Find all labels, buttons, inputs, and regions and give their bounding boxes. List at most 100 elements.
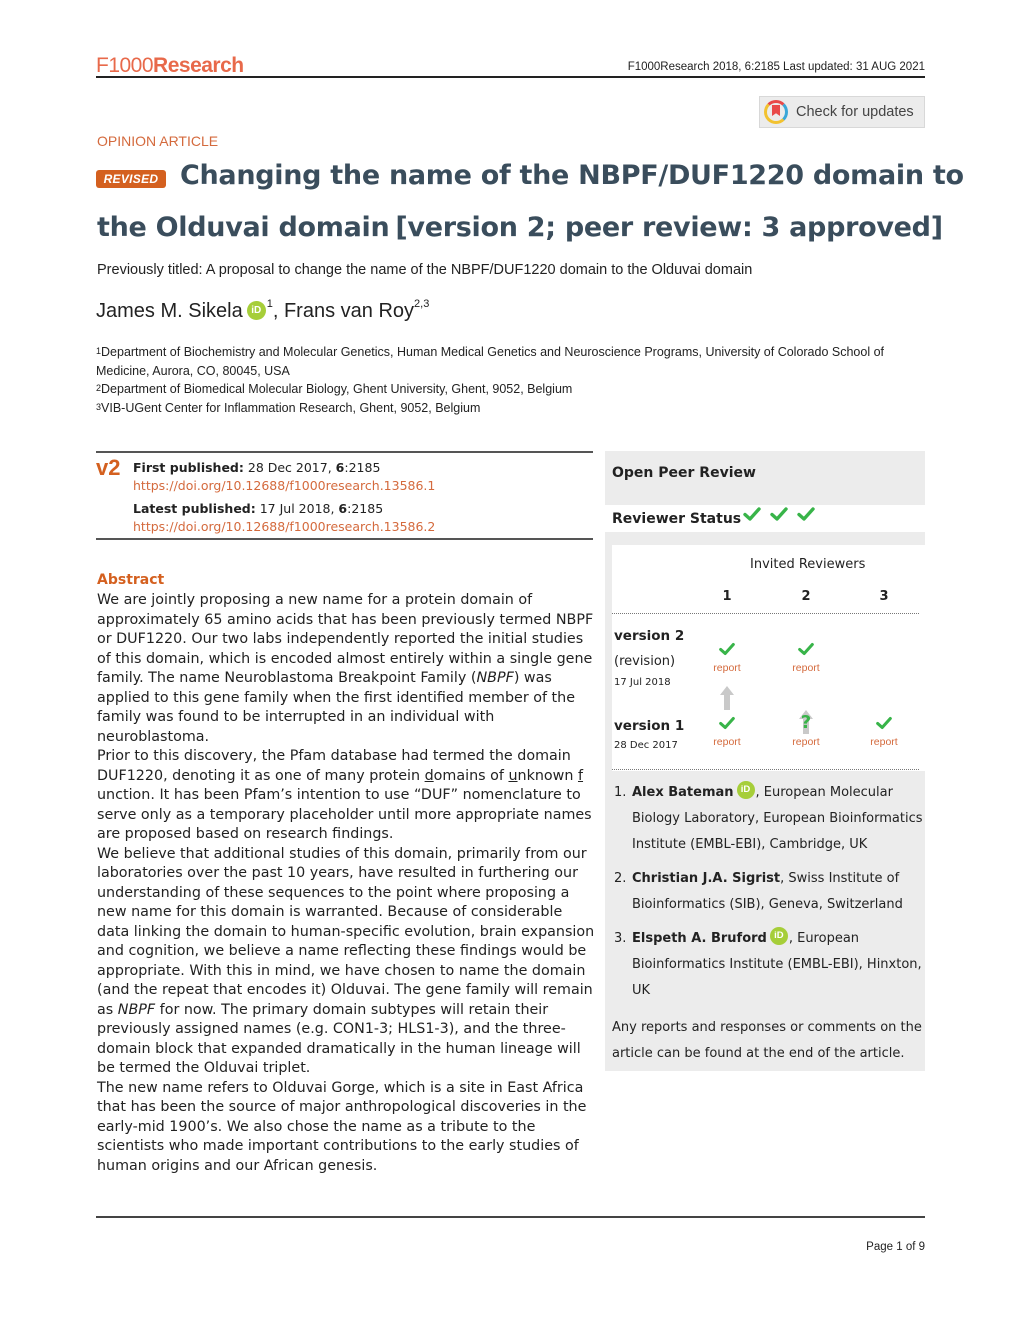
reviewer-name[interactable]: Christian J.A. Sigrist bbox=[632, 871, 780, 886]
author-separator: , bbox=[272, 300, 284, 322]
abstract-body: We are jointly proposing a new name for … bbox=[97, 591, 597, 1176]
affiliation-item: 1Department of Biochemistry and Molecula… bbox=[96, 343, 931, 380]
abstract-paragraph: We believe that additional studies of th… bbox=[97, 845, 595, 1077]
latest-published-date: 17 Jul 2018, bbox=[255, 501, 339, 516]
latest-published-row: Latest published: 17 Jul 2018, 6:2185 bbox=[133, 500, 435, 518]
abstract-paragraph: The new name refers to Olduvai Gorge, wh… bbox=[97, 1079, 587, 1174]
author-list: James M. Sikela iD 1 , Frans van Roy 2,3 bbox=[96, 298, 429, 323]
affiliation-text: VIB-UGent Center for Inflammation Resear… bbox=[101, 400, 481, 415]
author-name[interactable]: Frans van Roy bbox=[284, 300, 414, 323]
version-status: [version 2; peer review: 3 approved] bbox=[395, 212, 943, 243]
review-cell: report bbox=[776, 639, 836, 674]
publication-divider-top bbox=[96, 451, 593, 453]
check-for-updates-button[interactable]: Check for updates bbox=[759, 96, 925, 128]
reviewer-status-checks bbox=[742, 504, 816, 524]
arrow-up-icon bbox=[720, 686, 734, 710]
review-status bbox=[697, 639, 757, 659]
header-divider bbox=[96, 76, 925, 78]
check-icon bbox=[719, 642, 735, 656]
version-1-label[interactable]: version 1 bbox=[614, 718, 684, 734]
question-mark-icon: ? bbox=[800, 712, 812, 733]
logo-research: Research bbox=[153, 54, 244, 77]
affiliations: 1Department of Biochemistry and Molecula… bbox=[96, 343, 931, 417]
previously-titled: Previously titled: A proposal to change … bbox=[97, 262, 753, 278]
latest-doi-link[interactable]: https://doi.org/10.12688/f1000research.1… bbox=[133, 519, 435, 534]
check-icon bbox=[770, 507, 788, 521]
affiliation-item: 3VIB-UGent Center for Inflammation Resea… bbox=[96, 399, 931, 418]
review-status bbox=[854, 713, 914, 733]
volume: 6 bbox=[338, 501, 348, 516]
review-cell: ? report bbox=[776, 713, 836, 749]
revised-badge: REVISED bbox=[96, 170, 166, 188]
article-title-end: the Olduvai domain bbox=[97, 212, 390, 243]
check-icon bbox=[743, 507, 761, 521]
latest-published-label: Latest published: bbox=[133, 501, 256, 516]
reviewer-number: 1. bbox=[614, 785, 627, 800]
f1000-research-logo[interactable]: F1000Research bbox=[96, 54, 244, 78]
article-title-line-2: the Olduvai domain [version 2; peer revie… bbox=[97, 212, 943, 243]
report-link[interactable]: report bbox=[697, 736, 757, 748]
first-published-label: First published: bbox=[133, 460, 244, 475]
reviewer-column-header: 1 bbox=[722, 589, 732, 604]
orcid-icon[interactable]: iD bbox=[736, 781, 755, 799]
affiliation-number: 1 bbox=[96, 346, 102, 356]
peer-review-note: Any reports and responses or comments on… bbox=[612, 1020, 922, 1061]
reviewer-name[interactable]: Elspeth A. Bruford bbox=[632, 931, 767, 946]
review-cell: report bbox=[697, 713, 757, 748]
affiliation-number: 2 bbox=[96, 383, 102, 393]
report-link[interactable]: report bbox=[854, 736, 914, 748]
review-status bbox=[697, 713, 757, 733]
abstract-heading: Abstract bbox=[97, 572, 165, 588]
reviewer-number: 2. bbox=[614, 871, 627, 886]
reviewer-item: 1. Alex Bateman iD, European Molecular Bi… bbox=[614, 780, 924, 858]
version-label: v2 bbox=[96, 455, 121, 480]
review-cell: report bbox=[854, 713, 914, 748]
review-status bbox=[776, 639, 836, 659]
author-affiliation-ref: 1 bbox=[266, 298, 273, 310]
check-icon bbox=[798, 642, 814, 656]
page-number: Page 1 of 9 bbox=[866, 1241, 925, 1253]
crossmark-icon bbox=[764, 100, 788, 124]
reviewer-number: 3. bbox=[614, 931, 627, 946]
version-1-date: 28 Dec 2017 bbox=[614, 740, 678, 751]
version-2-label[interactable]: version 2 bbox=[614, 628, 684, 644]
reviewer-name[interactable]: Alex Bateman bbox=[632, 785, 734, 800]
article-title-line-1: Changing the name of the NBPF/DUF1220 do… bbox=[180, 160, 964, 191]
affiliation-text: Department of Biomedical Molecular Biolo… bbox=[101, 382, 573, 396]
version-2-date: 17 Jul 2018 bbox=[614, 677, 671, 688]
citation-header: F1000Research 2018, 6:2185 Last updated:… bbox=[627, 61, 925, 73]
orcid-icon[interactable]: iD bbox=[769, 927, 788, 945]
affiliation-number: 3 bbox=[96, 401, 102, 412]
open-peer-review-title: Open Peer Review bbox=[612, 465, 756, 481]
reviewer-list: 1. Alex Bateman iD, European Molecular Bi… bbox=[614, 780, 924, 1012]
table-divider bbox=[612, 769, 919, 770]
orcid-icon[interactable]: iD bbox=[246, 301, 266, 320]
affiliation-item: 2Department of Biomedical Molecular Biol… bbox=[96, 380, 931, 399]
check-icon bbox=[719, 716, 735, 730]
reviewer-item: 3. Elspeth A. Bruford iD, European Bioinf… bbox=[614, 926, 924, 1004]
review-status: ? bbox=[776, 713, 836, 733]
reviewer-item: 2. Christian J.A. Sigrist, Swiss Institu… bbox=[614, 866, 924, 918]
publication-divider-bottom bbox=[96, 538, 593, 540]
first-published-row: First published: 28 Dec 2017, 6:2185 bbox=[133, 459, 435, 477]
report-link[interactable]: report bbox=[776, 736, 836, 748]
check-icon bbox=[797, 507, 815, 521]
article-id: :2185 bbox=[347, 501, 384, 516]
reviewer-status-label: Reviewer Status bbox=[612, 511, 742, 527]
affiliation-text: Department of Biochemistry and Molecular… bbox=[96, 345, 885, 378]
publication-info: First published: 28 Dec 2017, 6:2185 htt… bbox=[133, 459, 435, 536]
footer-divider bbox=[96, 1216, 925, 1218]
report-link[interactable]: report bbox=[776, 662, 836, 674]
abstract-paragraph: Prior to this discovery, the Pfam databa… bbox=[97, 748, 592, 842]
logo-f1000: F1000 bbox=[96, 54, 154, 77]
article-id: :2185 bbox=[344, 460, 381, 475]
table-divider bbox=[612, 613, 919, 614]
abstract-paragraph: We are jointly proposing a new name for … bbox=[97, 592, 594, 745]
author-name[interactable]: James M. Sikela bbox=[96, 300, 243, 323]
first-doi-link[interactable]: https://doi.org/10.12688/f1000research.1… bbox=[133, 478, 435, 493]
article-type: OPINION ARTICLE bbox=[97, 133, 219, 149]
invited-reviewers-label: Invited Reviewers bbox=[750, 557, 866, 572]
reviewer-column-header: 3 bbox=[879, 589, 889, 604]
report-link[interactable]: report bbox=[697, 662, 757, 674]
review-cell: report bbox=[697, 639, 757, 674]
